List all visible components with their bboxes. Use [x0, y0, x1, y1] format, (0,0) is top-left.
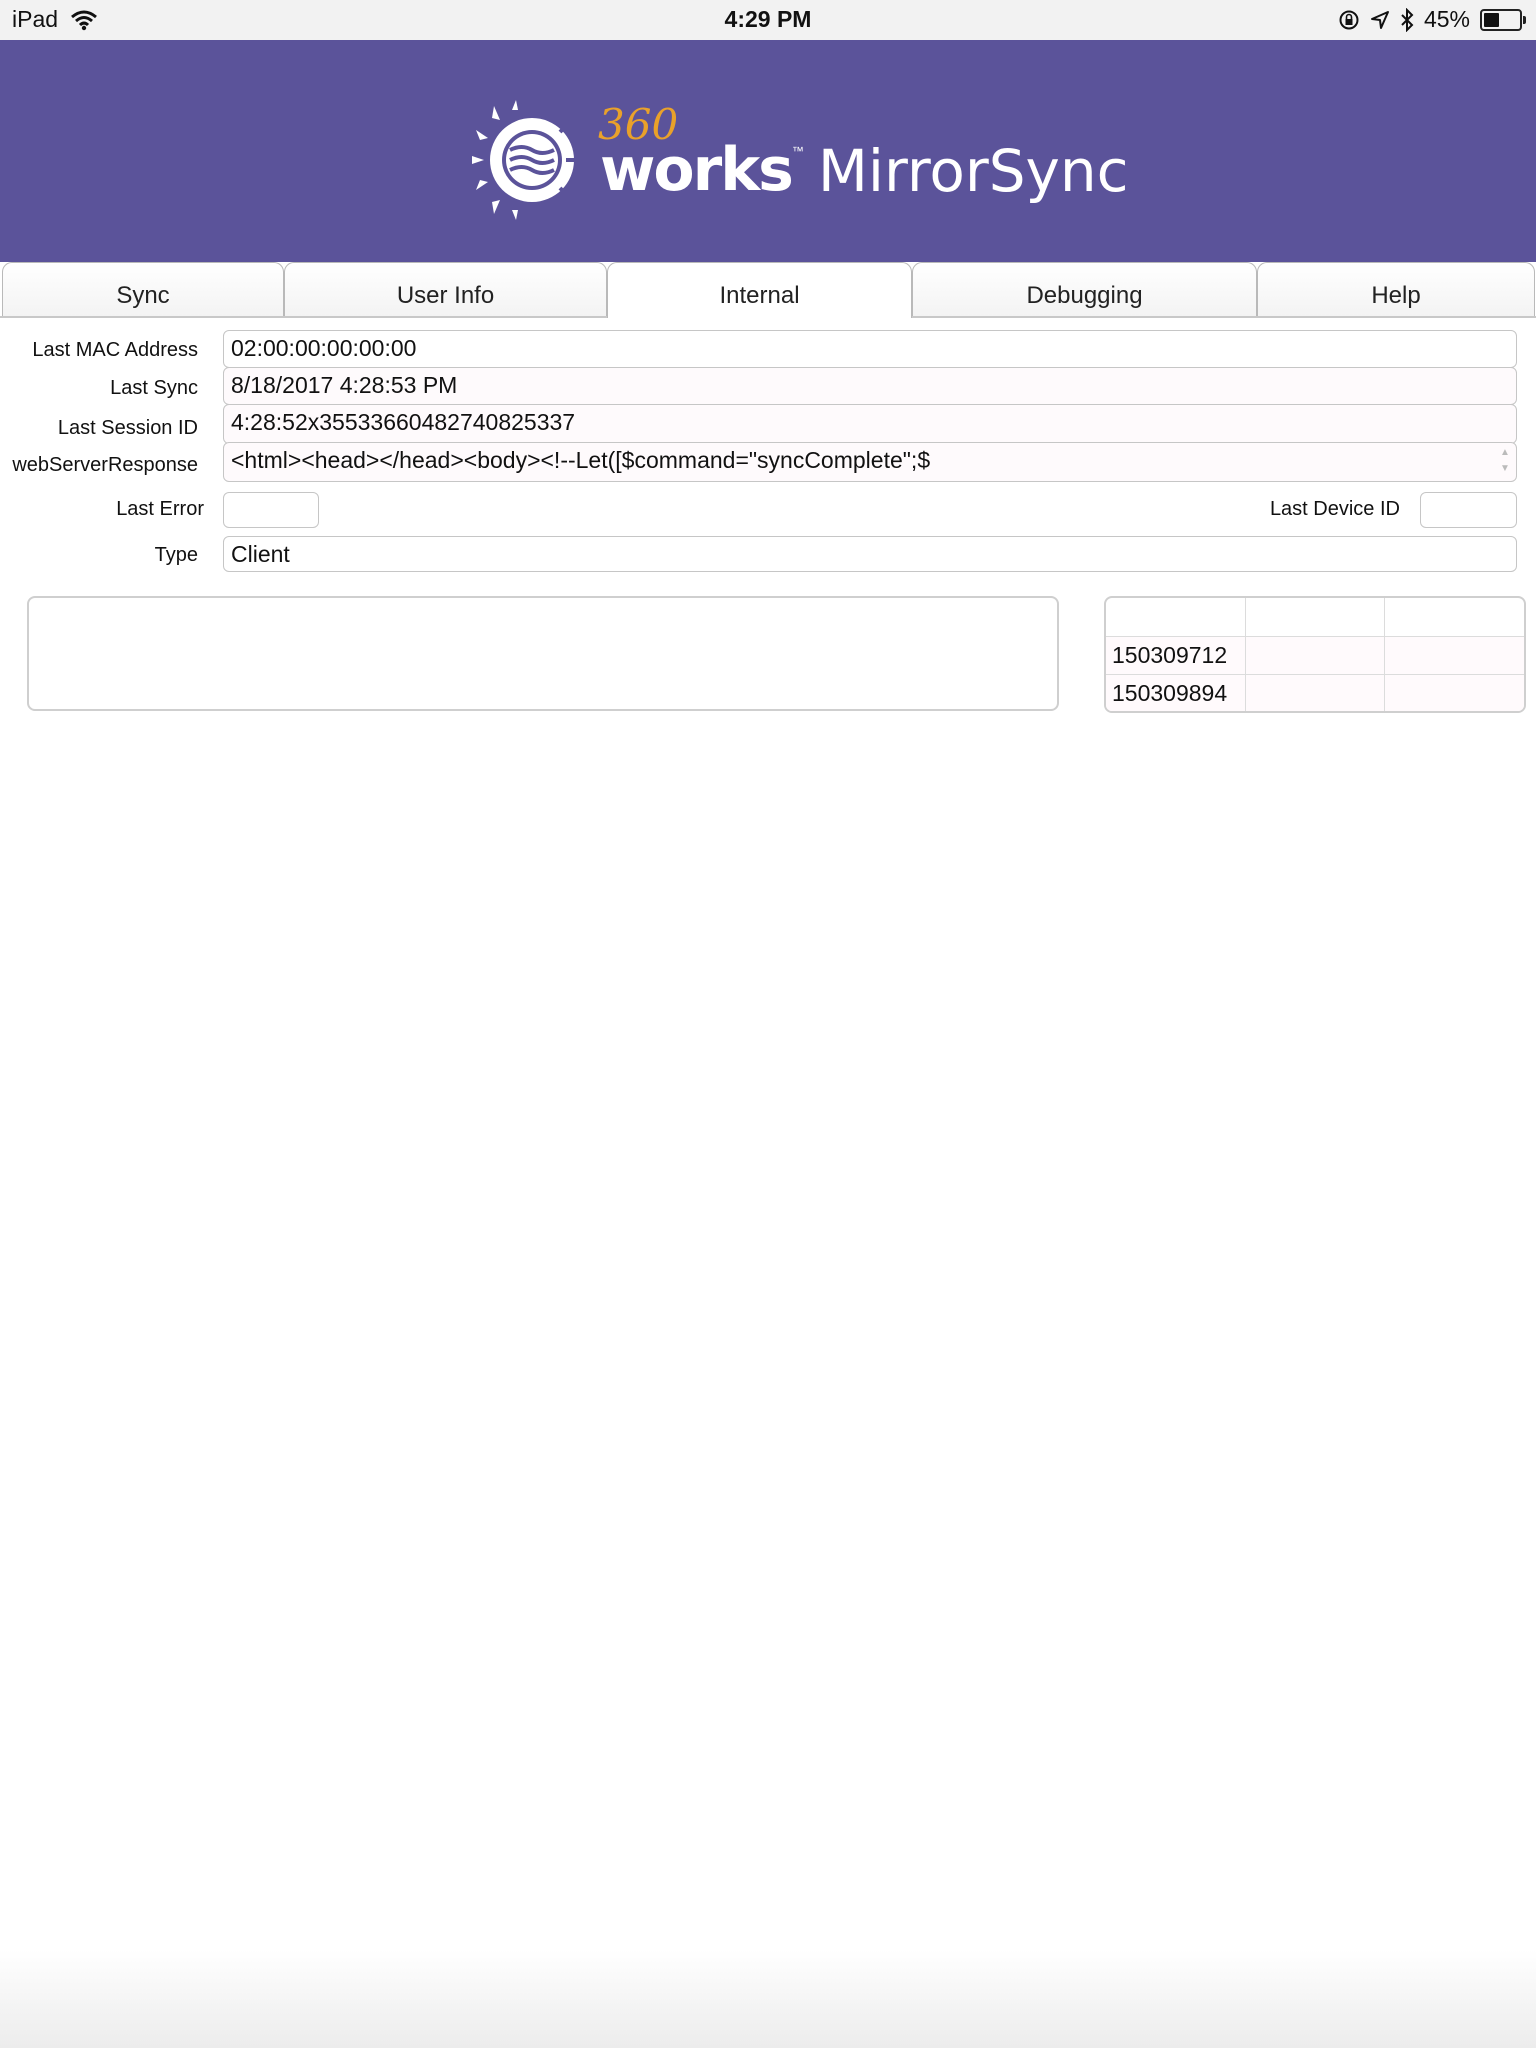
row-id: 150309712 [1112, 642, 1228, 668]
portal-header-row [1106, 598, 1524, 636]
logo-trademark: ™ [791, 144, 804, 158]
sun-logo-icon [472, 100, 580, 220]
portal-header-cell [1106, 598, 1245, 636]
portal-header-cell [1245, 598, 1385, 636]
app-header: 360 works ™ MirrorSync [0, 40, 1536, 262]
wifi-icon [71, 10, 98, 30]
table-cell: 150309712 [1106, 637, 1245, 675]
status-bar-left: iPad [12, 6, 98, 33]
bluetooth-icon [1401, 7, 1414, 32]
tab-sync[interactable]: Sync [2, 262, 284, 316]
tab-user-info[interactable]: User Info [284, 262, 607, 316]
table-cell [1384, 675, 1524, 711]
location-icon [1370, 10, 1389, 29]
tab-debugging[interactable]: Debugging [912, 262, 1257, 316]
device-name: iPad [12, 6, 59, 32]
web-server-response-label: webServerResponse [12, 454, 198, 476]
table-row[interactable]: 150309712 [1106, 636, 1524, 675]
last-mac-label: Last MAC Address [32, 339, 198, 361]
last-error-field[interactable] [223, 492, 319, 528]
tab-help[interactable]: Help [1257, 262, 1535, 316]
rotation-lock-icon [1339, 10, 1359, 29]
status-time: 4:29 PM [724, 6, 812, 32]
portal-header-cell [1384, 598, 1524, 636]
notes-box[interactable] [27, 596, 1059, 711]
tab-divider-left [0, 316, 607, 318]
tab-internal[interactable]: Internal [607, 262, 912, 318]
status-bar: iPad 4:29 PM 45% [0, 0, 1536, 40]
last-error-label: Last Error [116, 498, 204, 520]
row-id: 150309894 [1112, 680, 1228, 706]
last-device-id-label: Last Device ID [1269, 498, 1400, 520]
last-device-id-field[interactable] [1420, 492, 1517, 528]
portal-table[interactable]: 150309712 150309894 [1104, 596, 1526, 713]
logo-works-text: works [600, 135, 794, 205]
bottom-toolbar-area [0, 1950, 1536, 2048]
type-label: Type [154, 544, 198, 566]
tab-bar: Sync User Info Internal Debugging Help [0, 262, 1536, 318]
last-mac-field[interactable]: 02:00:00:00:00:00 [223, 330, 1517, 368]
table-cell [1245, 675, 1385, 711]
tab-divider-right [912, 316, 1536, 318]
last-session-label: Last Session ID [57, 417, 198, 439]
web-server-response-text: <html><head></head><body><!--Let([$comma… [231, 447, 931, 473]
logo: 360 works ™ MirrorSync [470, 100, 1129, 220]
last-sync-field[interactable]: 8/18/2017 4:28:53 PM [223, 367, 1517, 405]
last-session-field[interactable]: 4:28:52x35533660482740825337 [223, 404, 1517, 444]
logo-360-text: 360 [598, 100, 679, 149]
battery-icon [1480, 8, 1526, 31]
status-bar-right: 45% [1338, 6, 1526, 33]
table-cell [1245, 637, 1385, 675]
scroll-arrows-icon[interactable]: ▲ ▼ [1496, 445, 1514, 479]
logo-product-name: MirrorSync [817, 137, 1129, 205]
type-field[interactable]: Client [223, 536, 1517, 572]
table-row[interactable]: 150309894 [1106, 674, 1524, 711]
last-sync-label: Last Sync [110, 377, 198, 399]
web-server-response-field[interactable]: <html><head></head><body><!--Let([$comma… [223, 442, 1517, 482]
battery-fill [1484, 12, 1499, 27]
battery-percent: 45% [1423, 6, 1470, 32]
table-cell [1384, 637, 1524, 675]
table-cell: 150309894 [1106, 675, 1245, 711]
